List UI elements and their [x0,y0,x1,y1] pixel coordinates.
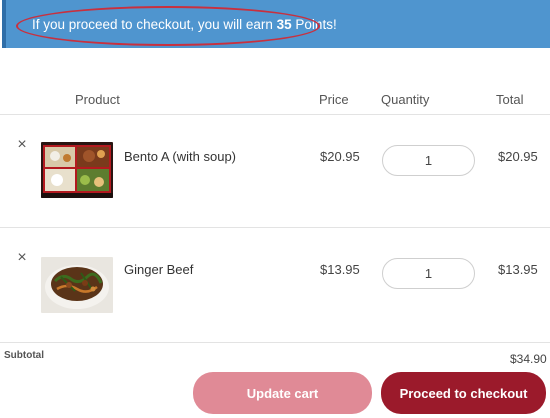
header-price: Price [319,92,349,107]
bento-box-photo[interactable] [41,142,113,198]
subtotal-value: $34.90 [510,352,547,366]
line-total: $13.95 [498,262,538,277]
update-cart-button[interactable]: Update cart [193,372,372,414]
ginger-beef-photo[interactable] [41,257,113,313]
quantity-input[interactable] [382,258,475,289]
line-total: $20.95 [498,149,538,164]
table-row: × Ginger Beef $13.95 $13.95 [0,228,550,318]
product-name-link[interactable]: Ginger Beef [124,262,193,277]
table-row: × Bento A (with soup) $20.95 $20.95 [0,115,550,205]
product-price: $20.95 [320,149,360,164]
quantity-input[interactable] [382,145,475,176]
remove-item-icon[interactable]: × [14,250,30,266]
header-quantity: Quantity [381,92,430,107]
proceed-to-checkout-button[interactable]: Proceed to checkout [381,372,546,414]
header-product: Product [75,92,120,107]
header-total: Total [496,92,524,107]
highlight-ellipse [16,6,320,46]
subtotal-label: Subtotal [4,350,44,361]
product-name-link[interactable]: Bento A (with soup) [124,149,236,164]
remove-item-icon[interactable]: × [14,137,30,153]
subtotal-divider [0,342,550,343]
product-price: $13.95 [320,262,360,277]
